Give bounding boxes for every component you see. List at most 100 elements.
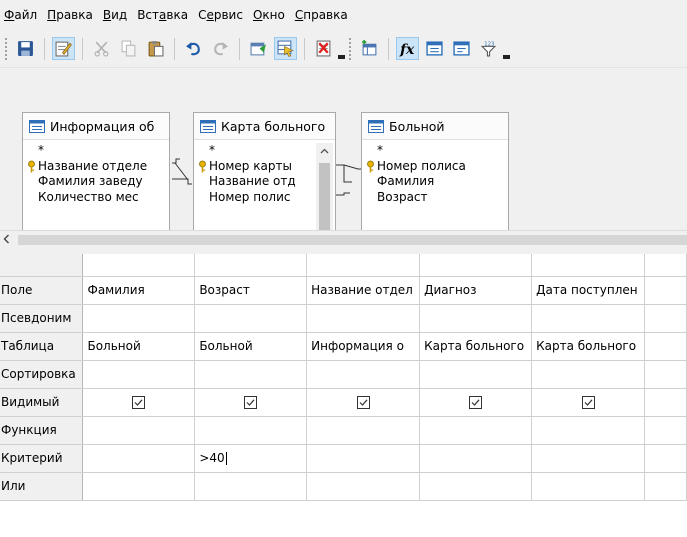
copy-button[interactable]: [117, 37, 140, 60]
distinct-values-dropdown[interactable]: [502, 37, 511, 60]
function-cell[interactable]: [644, 416, 687, 445]
column-selector[interactable]: [419, 254, 533, 277]
menu-help[interactable]: Справка: [295, 6, 354, 24]
or-cell[interactable]: [419, 472, 533, 501]
alias-cell[interactable]: [82, 304, 196, 333]
scrollbar-thumb[interactable]: [18, 235, 687, 245]
field-item[interactable]: Номер полис: [198, 190, 315, 206]
sort-cell[interactable]: [419, 360, 533, 389]
field-item[interactable]: Номер карты: [198, 159, 315, 175]
distinct-values-button[interactable]: 123: [477, 37, 500, 60]
or-cell[interactable]: [194, 472, 308, 501]
criterion-input[interactable]: >40: [199, 451, 224, 465]
menu-file[interactable]: Файл: [4, 6, 43, 24]
function-cell[interactable]: [419, 416, 533, 445]
table-cell[interactable]: [644, 332, 687, 361]
visible-checkbox[interactable]: [581, 396, 595, 409]
field-item[interactable]: Название отделе: [27, 159, 167, 175]
column-selector[interactable]: [306, 254, 421, 277]
menu-edit[interactable]: Правка: [47, 6, 99, 24]
table-cell[interactable]: Информация о: [306, 332, 421, 361]
or-cell[interactable]: [531, 472, 646, 501]
alias-cell[interactable]: [419, 304, 533, 333]
column-selector[interactable]: [82, 254, 196, 277]
criterion-cell[interactable]: >40: [194, 444, 308, 473]
design-view-button[interactable]: [274, 37, 297, 60]
field-item[interactable]: *: [366, 143, 506, 159]
edit-mode-button[interactable]: [52, 37, 75, 60]
field-item[interactable]: *: [27, 143, 167, 159]
field-list-scrollbar[interactable]: [316, 143, 333, 230]
field-cell[interactable]: Название отдел: [306, 276, 421, 305]
or-cell[interactable]: [644, 472, 687, 501]
alias-cell[interactable]: [644, 304, 687, 333]
function-cell[interactable]: [194, 416, 308, 445]
run-query-button[interactable]: [247, 37, 270, 60]
sort-cell[interactable]: [531, 360, 646, 389]
alias-cell[interactable]: [194, 304, 308, 333]
or-cell[interactable]: [82, 472, 196, 501]
visible-checkbox[interactable]: [132, 396, 146, 409]
sort-cell[interactable]: [194, 360, 308, 389]
sort-cell[interactable]: [306, 360, 421, 389]
menu-view[interactable]: Вид: [103, 6, 133, 24]
criterion-cell[interactable]: [644, 444, 687, 473]
add-table-button[interactable]: [358, 37, 381, 60]
menu-insert[interactable]: Вставка: [137, 6, 194, 24]
scroll-up-button[interactable]: [316, 143, 333, 159]
design-area-horizontal-scrollbar[interactable]: [0, 230, 687, 248]
visible-checkbox[interactable]: [356, 396, 370, 409]
field-item[interactable]: Фамилия заведу: [27, 174, 167, 190]
save-button[interactable]: [14, 37, 37, 60]
table-window-header[interactable]: Карта больного: [194, 113, 335, 140]
functions-button[interactable]: fx: [396, 37, 419, 60]
field-item[interactable]: Фамилия: [366, 174, 506, 190]
alias-button[interactable]: [450, 37, 473, 60]
field-item[interactable]: *: [198, 143, 315, 159]
cut-button[interactable]: [90, 37, 113, 60]
table-name-button[interactable]: [423, 37, 446, 60]
alias-cell[interactable]: [306, 304, 421, 333]
column-selector[interactable]: [531, 254, 646, 277]
field-item[interactable]: Название отд: [198, 174, 315, 190]
field-cell[interactable]: Возраст: [194, 276, 308, 305]
sort-cell[interactable]: [82, 360, 196, 389]
field-item[interactable]: Количество мес: [27, 190, 167, 206]
criterion-cell[interactable]: [531, 444, 646, 473]
criterion-cell[interactable]: [306, 444, 421, 473]
scrollbar-thumb[interactable]: [319, 163, 330, 230]
column-selector[interactable]: [644, 254, 687, 277]
alias-cell[interactable]: [531, 304, 646, 333]
scroll-left-button[interactable]: [3, 233, 10, 247]
table-cell[interactable]: Больной: [82, 332, 196, 361]
table-window-header[interactable]: Информация об: [23, 113, 169, 140]
toolbar-grip[interactable]: [4, 36, 8, 61]
function-cell[interactable]: [82, 416, 196, 445]
field-cell[interactable]: Дата поступлен: [531, 276, 646, 305]
field-cell[interactable]: Фамилия: [82, 276, 196, 305]
visible-checkbox[interactable]: [469, 396, 483, 409]
field-cell[interactable]: [644, 276, 687, 305]
toolbar-grip[interactable]: [348, 36, 352, 61]
table-window-department-info[interactable]: Информация об * Название отделе Фамилия …: [22, 112, 170, 230]
redo-button[interactable]: [209, 37, 232, 60]
sort-cell[interactable]: [644, 360, 687, 389]
paste-button[interactable]: [144, 37, 167, 60]
visible-checkbox[interactable]: [244, 396, 258, 409]
criterion-cell[interactable]: [419, 444, 533, 473]
menu-window[interactable]: Окно: [253, 6, 291, 24]
table-cell[interactable]: Больной: [194, 332, 308, 361]
undo-button[interactable]: [182, 37, 205, 60]
clear-query-button[interactable]: [312, 37, 335, 60]
field-item[interactable]: Возраст: [366, 190, 506, 206]
function-cell[interactable]: [306, 416, 421, 445]
visible-cell[interactable]: [644, 388, 687, 417]
table-window-header[interactable]: Больной: [362, 113, 508, 140]
clear-query-dropdown[interactable]: [337, 37, 346, 60]
table-window-patient[interactable]: Больной * Номер полиса Фамилия Возраст: [361, 112, 509, 230]
criterion-cell[interactable]: [82, 444, 196, 473]
table-window-patient-card[interactable]: Карта больного * Номер карты Название от…: [193, 112, 336, 230]
function-cell[interactable]: [531, 416, 646, 445]
table-design-area[interactable]: Информация об * Название отделе Фамилия …: [0, 68, 687, 230]
table-cell[interactable]: Карта больного: [531, 332, 646, 361]
